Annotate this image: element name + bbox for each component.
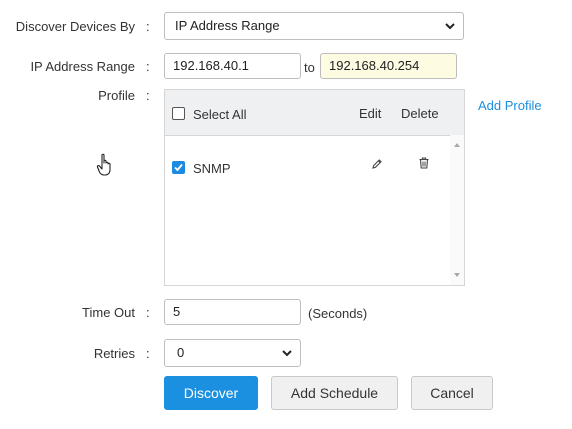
ip-range-label: IP Address Range xyxy=(30,59,135,74)
timeout-input[interactable]: 5 xyxy=(164,299,301,325)
timeout-unit: (Seconds) xyxy=(308,306,368,321)
select-all-label: Select All xyxy=(193,107,247,122)
discover-by-value: IP Address Range xyxy=(175,18,280,33)
chevron-down-icon xyxy=(282,350,292,357)
trash-icon[interactable] xyxy=(417,156,431,170)
discover-button[interactable]: Discover xyxy=(164,376,258,410)
hand-pointer-icon xyxy=(96,153,111,176)
pencil-icon[interactable] xyxy=(370,157,384,171)
profile-scrollbar[interactable] xyxy=(450,135,464,285)
ip-range-colon: : xyxy=(146,59,150,74)
profile-table-header: Select All Edit Delete xyxy=(165,90,464,136)
select-all-checkbox[interactable] xyxy=(172,107,185,120)
ip-end-input[interactable]: 192.168.40.254 xyxy=(320,53,457,79)
discover-by-select[interactable]: IP Address Range xyxy=(164,12,464,40)
edit-column-header: Edit xyxy=(359,106,382,121)
chevron-down-icon xyxy=(445,23,455,30)
profile-table: Select All Edit Delete SNMP xyxy=(164,89,465,286)
discover-by-label: Discover Devices By xyxy=(15,19,135,34)
cancel-button[interactable]: Cancel xyxy=(411,376,493,410)
timeout-colon: : xyxy=(146,305,150,320)
discover-by-colon: : xyxy=(146,19,150,34)
retries-label: Retries xyxy=(93,346,135,361)
ip-to-label: to xyxy=(304,60,315,75)
retries-value: 0 xyxy=(177,345,185,360)
ip-start-input[interactable]: 192.168.40.1 xyxy=(164,53,301,79)
profile-name: SNMP xyxy=(193,161,231,176)
table-row: SNMP xyxy=(165,150,449,180)
profile-colon: : xyxy=(146,88,150,103)
timeout-label: Time Out xyxy=(82,305,135,320)
scroll-up-arrow-icon[interactable] xyxy=(450,140,464,150)
add-profile-link[interactable]: Add Profile xyxy=(478,98,542,113)
row-checkbox[interactable] xyxy=(172,161,185,174)
retries-select[interactable]: 0 xyxy=(164,339,301,367)
add-schedule-button[interactable]: Add Schedule xyxy=(271,376,398,410)
scroll-down-arrow-icon[interactable] xyxy=(450,270,464,280)
checkmark-icon xyxy=(174,163,183,172)
delete-column-header: Delete xyxy=(401,106,439,121)
retries-colon: : xyxy=(146,346,150,361)
profile-label: Profile xyxy=(98,88,135,103)
